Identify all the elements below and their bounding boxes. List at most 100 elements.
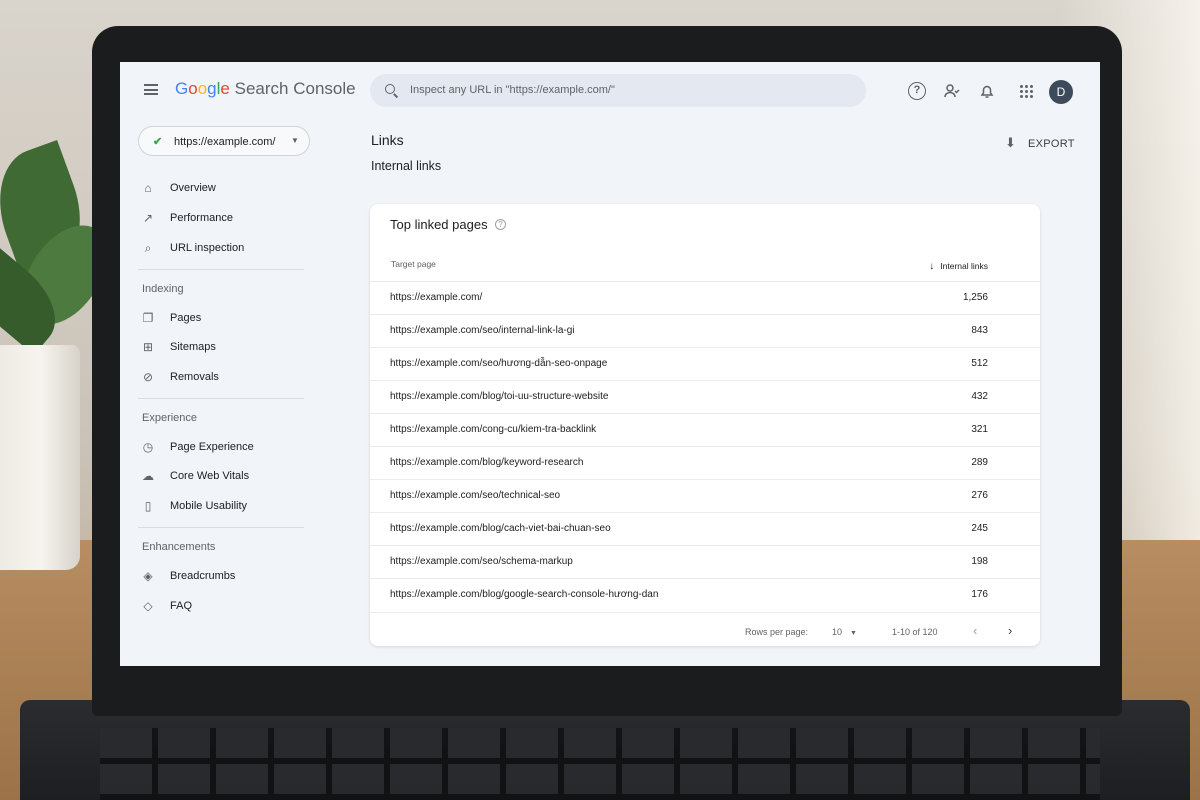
trending-icon: ↗ — [142, 211, 154, 225]
manage-users-icon[interactable] — [943, 82, 961, 100]
next-page-icon[interactable]: › — [1008, 623, 1012, 638]
table-row[interactable]: https://example.com/seo/technical-seo 276 — [370, 479, 1040, 512]
target-page-url[interactable]: https://example.com/seo/hương-dẫn-seo-on… — [390, 358, 607, 369]
target-page-url[interactable]: https://example.com/cong-cu/kiem-tra-bac… — [390, 424, 596, 435]
nav-divider — [138, 398, 304, 399]
property-selector[interactable]: ✔ https://example.com/ ▼ — [138, 126, 310, 156]
page-experience-icon: ◷ — [142, 440, 154, 454]
nav-sitemaps[interactable]: ⊞ Sitemaps — [140, 336, 300, 358]
nav-performance[interactable]: ↗ Performance — [140, 207, 300, 229]
top-app-bar: Google Search Console Inspect any URL in… — [120, 62, 1100, 118]
nav-label: Page Experience — [170, 441, 254, 453]
apps-grid-icon[interactable] — [1017, 82, 1035, 100]
pages-icon: ❐ — [142, 311, 154, 325]
column-header-internal-links[interactable]: ↓ Internal links — [929, 261, 988, 272]
search-placeholder: Inspect any URL in "https://example.com/… — [410, 84, 615, 96]
keyboard — [100, 728, 1100, 800]
internal-links-count: 1,256 — [962, 292, 988, 303]
nav-label: Performance — [170, 212, 233, 224]
section-enhancements: Enhancements — [142, 541, 216, 553]
plant-pot — [0, 345, 80, 570]
target-page-url[interactable]: https://example.com/seo/schema-markup — [390, 556, 573, 567]
internal-links-count: 432 — [971, 391, 988, 402]
target-page-url[interactable]: https://example.com/ — [390, 292, 482, 303]
column-header-label: Internal links — [940, 261, 988, 271]
nav-mobile-usability[interactable]: ▯ Mobile Usability — [140, 495, 300, 517]
chevron-down-icon: ▼ — [850, 630, 857, 637]
page-title: Links — [371, 132, 404, 148]
help-icon[interactable]: ? — [495, 219, 506, 230]
menu-icon[interactable] — [144, 84, 158, 95]
rows-per-page-select[interactable]: 10 ▼ — [832, 627, 857, 637]
table-row[interactable]: https://example.com/blog/keyword-researc… — [370, 446, 1040, 479]
internal-links-count: 843 — [971, 325, 988, 336]
nav-label: Pages — [170, 312, 202, 324]
google-search-console-logo[interactable]: Google Search Console — [175, 79, 356, 99]
report-subtitle: Internal links — [371, 159, 442, 173]
previous-page-icon[interactable]: ‹ — [973, 623, 977, 638]
search-icon — [385, 84, 395, 94]
url-inspection-search-input[interactable]: Inspect any URL in "https://example.com/… — [370, 74, 866, 107]
internal-links-count: 276 — [971, 490, 988, 501]
internal-links-count: 198 — [971, 556, 988, 567]
table-row[interactable]: https://example.com/cong-cu/kiem-tra-bac… — [370, 413, 1040, 446]
nav-label: Mobile Usability — [170, 500, 248, 512]
section-experience: Experience — [142, 412, 198, 424]
pagination-range: 1-10 of 120 — [892, 627, 938, 637]
mobile-icon: ▯ — [144, 499, 152, 513]
target-page-url[interactable]: https://example.com/blog/keyword-researc… — [390, 457, 583, 468]
table-row[interactable]: https://example.com/seo/hương-dẫn-seo-on… — [370, 347, 1040, 380]
target-page-url[interactable]: https://example.com/seo/technical-seo — [390, 490, 560, 501]
notifications-icon[interactable] — [978, 82, 996, 100]
nav-label: Breadcrumbs — [170, 570, 236, 582]
card-title: Top linked pages — [390, 217, 488, 232]
chevron-down-icon: ▼ — [291, 136, 299, 145]
internal-links-count: 245 — [971, 523, 988, 534]
nav-divider — [138, 269, 304, 270]
table-row[interactable]: https://example.com/seo/schema-markup 198 — [370, 545, 1040, 578]
table-row[interactable]: https://example.com/1,256 — [370, 281, 1040, 314]
breadcrumbs-icon: ◈ — [143, 569, 153, 583]
nav-removals[interactable]: ⊘ Removals — [140, 366, 300, 388]
product-name: Search Console — [234, 79, 356, 98]
nav-divider — [138, 527, 304, 528]
account-avatar[interactable]: D — [1049, 80, 1073, 104]
home-icon: ⌂ — [144, 181, 152, 195]
nav-faq[interactable]: ◇ FAQ — [140, 595, 300, 617]
nav-page-experience[interactable]: ◷ Page Experience — [140, 436, 300, 458]
links-table-body: https://example.com/1,256 https://example… — [370, 281, 1040, 611]
faq-icon: ◇ — [143, 599, 153, 613]
table-row[interactable]: https://example.com/seo/internal-link-la… — [370, 314, 1040, 347]
target-page-url[interactable]: https://example.com/blog/toi-uu-structur… — [390, 391, 608, 402]
verified-property-icon: ✔ — [153, 136, 163, 148]
nav-overview[interactable]: ⌂ Overview — [140, 177, 300, 199]
target-page-url[interactable]: https://example.com/blog/cach-viet-bai-c… — [390, 523, 611, 534]
sort-descending-icon: ↓ — [929, 261, 935, 272]
top-linked-pages-card: Top linked pages ? Target page ↓ Internal… — [370, 204, 1040, 646]
rows-per-page-value: 10 — [832, 627, 843, 637]
core-web-vitals-icon: ☁ — [142, 469, 154, 483]
target-page-url[interactable]: https://example.com/seo/internal-link-la… — [390, 325, 575, 336]
removals-icon: ⊘ — [142, 370, 154, 384]
table-row[interactable]: https://example.com/blog/cach-viet-bai-c… — [370, 512, 1040, 545]
nav-label: Removals — [170, 371, 219, 383]
nav-pages[interactable]: ❐ Pages — [140, 307, 300, 329]
search-icon: ⌕ — [144, 241, 152, 255]
nav-label: FAQ — [170, 600, 193, 612]
nav-core-web-vitals[interactable]: ☁ Core Web Vitals — [140, 465, 300, 487]
nav-label: URL inspection — [170, 242, 245, 254]
help-icon[interactable]: ? — [908, 82, 926, 100]
nav-url-inspection[interactable]: ⌕ URL inspection — [140, 237, 300, 259]
section-indexing: Indexing — [142, 283, 184, 295]
target-page-url[interactable]: https://example.com/blog/google-search-c… — [390, 589, 658, 600]
internal-links-count: 321 — [971, 424, 988, 435]
nav-breadcrumbs[interactable]: ◈ Breadcrumbs — [140, 565, 300, 587]
column-header-target-page[interactable]: Target page — [391, 259, 436, 269]
internal-links-count: 176 — [971, 589, 988, 600]
table-row[interactable]: https://example.com/blog/google-search-c… — [370, 578, 1040, 611]
sitemap-icon: ⊞ — [142, 340, 154, 354]
search-console-screen: Google Search Console Inspect any URL in… — [120, 62, 1100, 666]
table-pagination: Rows per page: 10 ▼ 1-10 of 120 ‹ › — [370, 612, 1040, 642]
export-label: EXPORT — [1028, 138, 1075, 150]
table-row[interactable]: https://example.com/blog/toi-uu-structur… — [370, 380, 1040, 413]
